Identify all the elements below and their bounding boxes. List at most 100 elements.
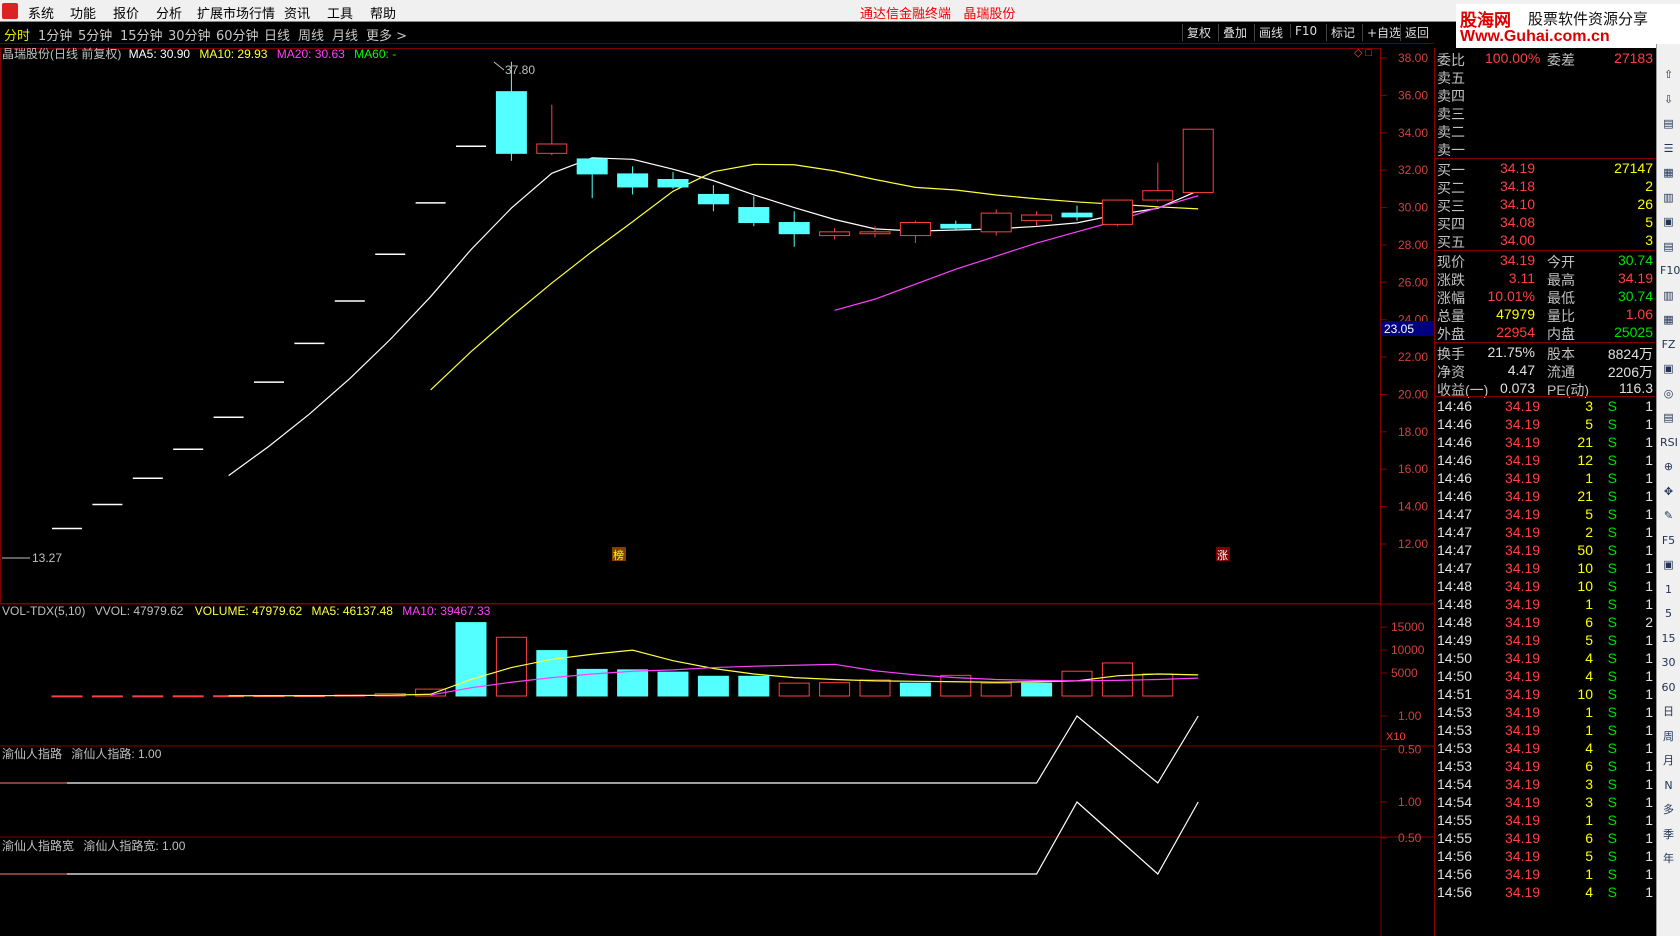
side-tool-icon[interactable]: 日 (1660, 703, 1677, 720)
side-tool-icon[interactable]: 15 (1660, 630, 1677, 647)
tick-row[interactable]: 14:55 34.19 6 S 1 (1435, 830, 1655, 848)
ask-row[interactable]: 卖五 (1435, 68, 1655, 86)
tick-row[interactable]: 14:46 34.19 3 S 1 (1435, 398, 1655, 416)
tick-row[interactable]: 14:49 34.19 5 S 1 (1435, 632, 1655, 650)
tick-row[interactable]: 14:46 34.19 21 S 1 (1435, 434, 1655, 452)
f10-button[interactable]: F10 (1290, 24, 1321, 38)
side-tool-icon[interactable]: ▥ (1660, 189, 1677, 206)
bid-row[interactable]: 买三 34.10 26 (1435, 196, 1655, 214)
ask-row[interactable]: 卖三 (1435, 104, 1655, 122)
side-tool-icon[interactable]: ▣ (1660, 556, 1677, 573)
add-favorite-button[interactable]: +自选 (1362, 24, 1405, 41)
side-tool-icon[interactable]: 1 (1660, 581, 1677, 598)
tab-15min[interactable]: 15分钟 (120, 25, 163, 44)
side-tool-icon[interactable]: 30 (1660, 654, 1677, 671)
tick-row[interactable]: 14:47 34.19 50 S 1 (1435, 542, 1655, 560)
ask-row[interactable]: 卖一 (1435, 140, 1655, 158)
tab-monthly[interactable]: 月线 (332, 25, 358, 44)
menu-item-help[interactable]: 帮助 (370, 3, 396, 22)
tick-row[interactable]: 14:48 34.19 1 S 1 (1435, 596, 1655, 614)
tick-row[interactable]: 14:46 34.19 1 S 1 (1435, 470, 1655, 488)
side-tool-icon[interactable]: F10 (1660, 262, 1680, 279)
tick-row[interactable]: 14:48 34.19 10 S 1 (1435, 578, 1655, 596)
tick-row[interactable]: 14:47 34.19 10 S 1 (1435, 560, 1655, 578)
side-tool-icon[interactable]: ✎ (1660, 507, 1677, 524)
tick-row[interactable]: 14:50 34.19 4 S 1 (1435, 668, 1655, 686)
tick-row[interactable]: 14:47 34.19 2 S 1 (1435, 524, 1655, 542)
tab-30min[interactable]: 30分钟 (168, 25, 211, 44)
tab-5min[interactable]: 5分钟 (78, 25, 112, 44)
menu-item-extended-market[interactable]: 扩展市场行情 (197, 3, 275, 22)
bid-row[interactable]: 买五 34.00 3 (1435, 232, 1655, 250)
menu-item-tools[interactable]: 工具 (327, 3, 353, 22)
tab-more[interactable]: 更多 > (366, 25, 407, 44)
side-tool-icon[interactable]: ▥ (1660, 287, 1677, 304)
bid-row[interactable]: 买四 34.08 5 (1435, 214, 1655, 232)
side-tool-icon[interactable]: 60 (1660, 679, 1677, 696)
tick-row[interactable]: 14:46 34.19 21 S 1 (1435, 488, 1655, 506)
side-tool-icon[interactable]: ▤ (1660, 409, 1677, 426)
side-tool-icon[interactable]: ✥ (1660, 483, 1677, 500)
tab-1min[interactable]: 1分钟 (38, 25, 72, 44)
tick-row[interactable]: 14:53 34.19 1 S 1 (1435, 704, 1655, 722)
tick-row[interactable]: 14:46 34.19 5 S 1 (1435, 416, 1655, 434)
tab-60min[interactable]: 60分钟 (216, 25, 259, 44)
side-tool-icon[interactable]: ▦ (1660, 311, 1677, 328)
menu-item-system[interactable]: 系统 (28, 3, 54, 22)
side-tool-icon[interactable]: FZ (1660, 336, 1677, 353)
chart-area[interactable]: 晶瑞股份(日线 前复权) MA5: 30.90 MA10: 29.93 MA20… (0, 44, 1434, 936)
side-tool-icon[interactable]: ◎ (1660, 385, 1677, 402)
back-button[interactable]: 返回 (1400, 24, 1433, 41)
side-tool-icon[interactable]: 年 (1660, 850, 1677, 867)
menu-item-function[interactable]: 功能 (70, 3, 96, 22)
stat-row[interactable]: 总量 47979 量比 1.06 (1435, 306, 1655, 324)
side-tool-icon[interactable]: 月 (1660, 752, 1677, 769)
overlay-button[interactable]: 叠加 (1218, 24, 1251, 41)
side-tool-icon[interactable]: 5 (1660, 605, 1677, 622)
draw-line-button[interactable]: 画线 (1254, 24, 1287, 41)
tick-row[interactable]: 14:53 34.19 6 S 1 (1435, 758, 1655, 776)
tab-weekly[interactable]: 周线 (298, 25, 324, 44)
tick-row[interactable]: 14:53 34.19 4 S 1 (1435, 740, 1655, 758)
side-tool-icon[interactable]: ▣ (1660, 213, 1677, 230)
bid-row[interactable]: 买二 34.18 2 (1435, 178, 1655, 196)
ask-row[interactable]: 卖二 (1435, 122, 1655, 140)
menu-item-analysis[interactable]: 分析 (156, 3, 182, 22)
menu-item-news[interactable]: 资讯 (284, 3, 310, 22)
side-tool-icon[interactable]: ▤ (1660, 115, 1677, 132)
chart-corner-icon[interactable]: ◇ □ (1354, 47, 1373, 59)
tick-row[interactable]: 14:48 34.19 6 S 2 (1435, 614, 1655, 632)
menu-item-quote[interactable]: 报价 (113, 3, 139, 22)
tab-intraday[interactable]: 分时 (4, 25, 30, 44)
side-tool-icon[interactable]: F5 (1660, 532, 1677, 549)
tick-row[interactable]: 14:50 34.19 4 S 1 (1435, 650, 1655, 668)
side-tool-icon[interactable]: 周 (1660, 728, 1677, 745)
stat-row[interactable]: 外盘 22954 内盘 25025 (1435, 324, 1655, 342)
side-tool-icon[interactable]: ▣ (1660, 360, 1677, 377)
tick-row[interactable]: 14:53 34.19 1 S 1 (1435, 722, 1655, 740)
stat-row[interactable]: 换手 21.75% 股本 8824万 (1435, 344, 1655, 362)
side-tool-icon[interactable]: 多 (1660, 801, 1677, 818)
ad-banner[interactable]: 股海网 股票软件资源分享 Www.Guhai.com.cn (1456, 4, 1680, 48)
side-tool-icon[interactable]: N (1660, 777, 1677, 794)
stat-row[interactable]: 净资 4.47 流通 2206万 (1435, 362, 1655, 380)
side-tool-icon[interactable]: ⇧ (1660, 66, 1677, 83)
tick-row[interactable]: 14:51 34.19 10 S 1 (1435, 686, 1655, 704)
stat-row[interactable]: 涨幅 10.01% 最低 30.74 (1435, 288, 1655, 306)
side-tool-icon[interactable]: ▦ (1660, 164, 1677, 181)
stat-row[interactable]: 现价 34.19 今开 30.74 (1435, 252, 1655, 270)
restore-rights-button[interactable]: 复权 (1182, 24, 1215, 41)
tick-row[interactable]: 14:46 34.19 12 S 1 (1435, 452, 1655, 470)
side-tool-icon[interactable]: ⊕ (1660, 458, 1677, 475)
side-tool-icon[interactable]: ▤ (1660, 238, 1677, 255)
tick-row[interactable]: 14:54 34.19 3 S 1 (1435, 794, 1655, 812)
tab-daily[interactable]: 日线 (264, 25, 290, 44)
bid-row[interactable]: 买一 34.19 27147 (1435, 160, 1655, 178)
mark-button[interactable]: 标记 (1326, 24, 1359, 41)
side-tool-icon[interactable]: 季 (1660, 826, 1677, 843)
tick-row[interactable]: 14:55 34.19 1 S 1 (1435, 812, 1655, 830)
tick-row[interactable]: 14:54 34.19 3 S 1 (1435, 776, 1655, 794)
side-tool-icon[interactable]: RSI (1660, 434, 1678, 451)
tick-row[interactable]: 14:47 34.19 5 S 1 (1435, 506, 1655, 524)
tick-row[interactable]: 14:56 34.19 4 S 1 (1435, 884, 1655, 902)
